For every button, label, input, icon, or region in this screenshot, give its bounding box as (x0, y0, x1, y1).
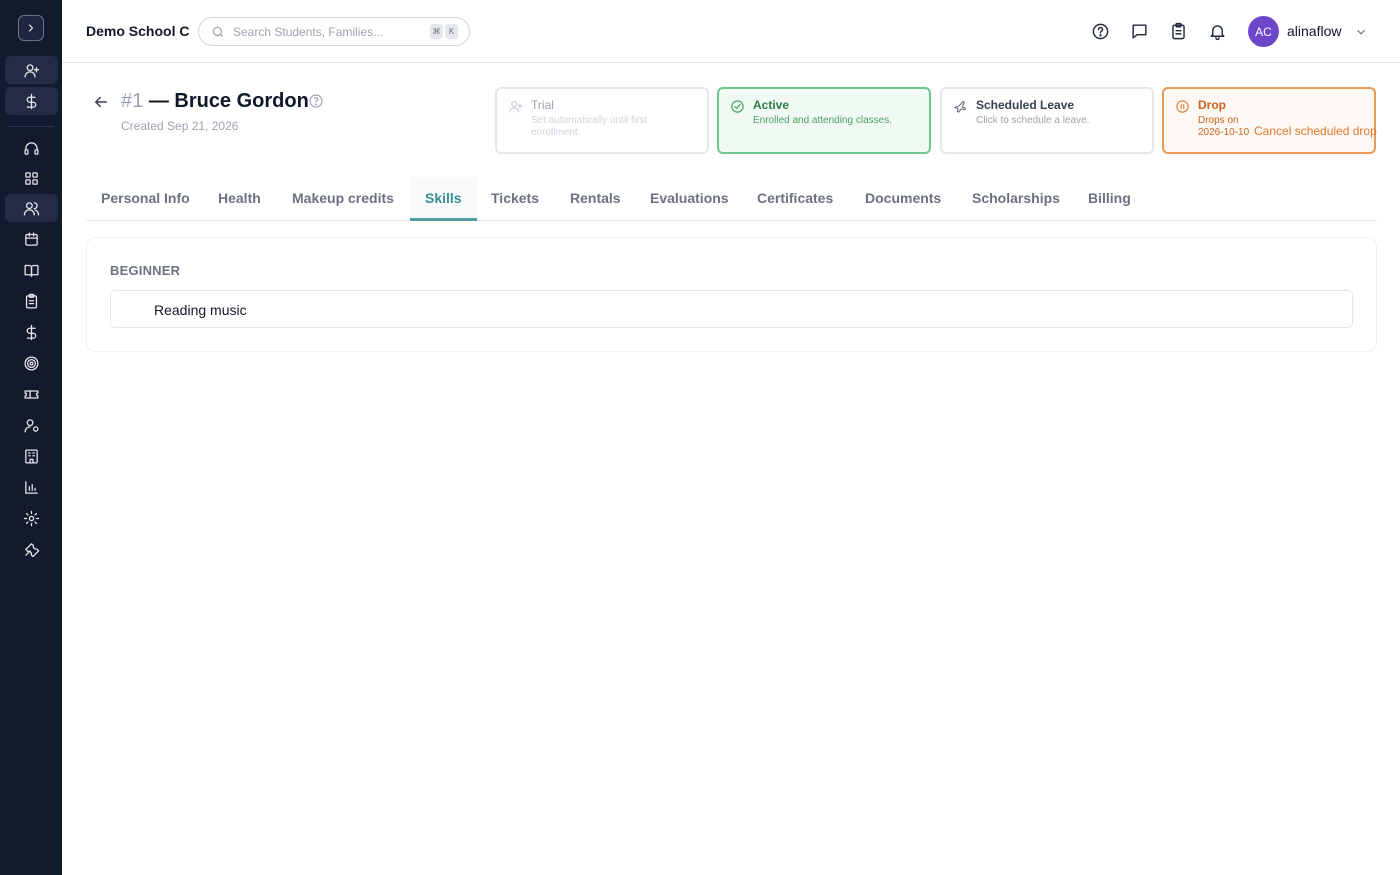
skills-panel: BEGINNER Reading music (86, 237, 1377, 352)
book-icon (24, 264, 39, 277)
sidebar-item-staff[interactable] (5, 411, 58, 439)
tab-billing[interactable]: Billing (1073, 177, 1146, 221)
target-icon (24, 355, 39, 371)
calendar-icon (25, 231, 38, 246)
skill-item[interactable]: Reading music (110, 290, 1353, 328)
sidebar-item-courses[interactable] (5, 256, 58, 284)
sidebar-item-reports[interactable] (5, 473, 58, 501)
user-menu-toggle[interactable] (1354, 25, 1368, 44)
tasks-button[interactable] (1168, 21, 1188, 41)
chevron-down-icon (1357, 29, 1365, 35)
tab-tickets[interactable]: Tickets (476, 177, 554, 221)
back-button[interactable] (92, 93, 110, 111)
skill-level-heading: BEGINNER (110, 263, 181, 278)
tab-makeup-credits[interactable]: Makeup credits (277, 177, 409, 221)
status-card-drop[interactable]: Drop Drops on 2026-10-10 (1162, 87, 1376, 154)
search-input[interactable]: Search Students, Families... ⌘ K (198, 17, 470, 46)
status-card-scheduled-leave[interactable]: Scheduled Leave Click to schedule a leav… (940, 87, 1154, 154)
status-card-desc: Drops on 2026-10-10 (1198, 115, 1250, 138)
sidebar-item-calendar[interactable] (5, 225, 58, 253)
user-plus-icon (24, 63, 40, 78)
sidebar-toggle-button[interactable] (18, 15, 44, 41)
pause-circle-icon (1175, 99, 1191, 115)
sidebar-item-billing[interactable] (5, 318, 58, 346)
shortcut-key-cmd: ⌘ (430, 24, 443, 39)
notifications-button[interactable] (1207, 21, 1227, 41)
sidebar-divider (8, 126, 54, 127)
help-button[interactable] (1090, 21, 1110, 41)
sidebar (0, 0, 62, 875)
sidebar-item-support[interactable] (5, 134, 58, 162)
cancel-scheduled-drop-link[interactable]: Cancel scheduled drop (1254, 124, 1377, 138)
plane-icon (953, 99, 969, 115)
created-date: Created Sep 21, 2026 (121, 119, 239, 133)
avatar[interactable]: AC (1248, 16, 1279, 47)
clipboard-icon (1171, 22, 1185, 39)
status-card-trial[interactable]: Trial Set automatically until first enro… (495, 87, 709, 154)
dashboard-icon (25, 171, 38, 185)
help-icon (1092, 23, 1108, 39)
school-name[interactable]: Demo School C (86, 23, 189, 39)
shortcut-key-k: K (445, 24, 458, 39)
bell-icon (1209, 24, 1225, 40)
student-number: #1 (121, 90, 144, 112)
tab-evaluations[interactable]: Evaluations (635, 177, 744, 221)
status-card-active[interactable]: Active Enrolled and attending classes. (717, 87, 931, 154)
tab-skills[interactable]: Skills (410, 177, 477, 221)
user-name[interactable]: alinaflow (1287, 23, 1341, 39)
status-card-title: Scheduled Leave (976, 98, 1075, 112)
search-icon (212, 26, 224, 37)
student-name: — Bruce Gordon (148, 90, 309, 112)
clipboard-icon (25, 293, 38, 309)
dollar-icon (26, 93, 37, 109)
page-title: #1 — Bruce Gordon (121, 90, 309, 113)
wrench-icon (25, 542, 40, 557)
message-icon (1131, 23, 1147, 39)
sidebar-item-locations[interactable] (5, 442, 58, 470)
sidebar-item-students[interactable] (5, 194, 58, 222)
tab-scholarships[interactable]: Scholarships (957, 177, 1075, 221)
tab-documents[interactable]: Documents (850, 177, 956, 221)
chevron-right-icon (28, 24, 34, 32)
sidebar-item-attendance[interactable] (5, 287, 58, 315)
users-icon (23, 201, 40, 216)
student-help-button[interactable] (308, 93, 324, 114)
status-card-title: Trial (531, 98, 554, 112)
status-card-desc: Set automatically until first enrollment… (531, 115, 648, 138)
user-settings-icon (24, 418, 39, 433)
topbar: Demo School C Search Students, Families.… (62, 0, 1400, 63)
sidebar-item-dashboard[interactable] (5, 164, 58, 192)
tab-certificates[interactable]: Certificates (742, 177, 848, 221)
building-icon (25, 448, 38, 464)
messages-button[interactable] (1129, 21, 1149, 41)
ticket-icon (24, 389, 39, 399)
sidebar-item-tickets[interactable] (5, 380, 58, 408)
sidebar-item-tools[interactable] (5, 535, 58, 563)
help-icon (309, 94, 323, 108)
sidebar-item-payments[interactable] (5, 87, 58, 115)
status-card-title: Drop (1198, 98, 1226, 112)
status-card-title: Active (753, 98, 790, 112)
arrow-left-icon (95, 96, 107, 108)
tab-health[interactable]: Health (203, 177, 276, 221)
skill-label: Reading music (154, 302, 247, 318)
status-card-desc: Click to schedule a leave. (976, 115, 1090, 126)
bar-chart-icon (25, 480, 38, 494)
sidebar-item-add-student[interactable] (5, 56, 58, 84)
sidebar-item-settings[interactable] (5, 504, 58, 532)
check-circle-icon (730, 99, 746, 115)
gear-icon (23, 510, 40, 526)
tab-bar: Personal Info Health Makeup credits Skil… (86, 177, 1377, 221)
search-placeholder: Search Students, Families... (233, 24, 384, 39)
headset-icon (24, 141, 39, 155)
tab-rentals[interactable]: Rentals (555, 177, 636, 221)
sidebar-item-goals[interactable] (5, 349, 58, 377)
dollar-icon (26, 324, 37, 340)
tab-personal-info[interactable]: Personal Info (86, 177, 205, 221)
status-card-desc: Enrolled and attending classes. (753, 115, 892, 126)
user-plus-icon (508, 99, 524, 115)
